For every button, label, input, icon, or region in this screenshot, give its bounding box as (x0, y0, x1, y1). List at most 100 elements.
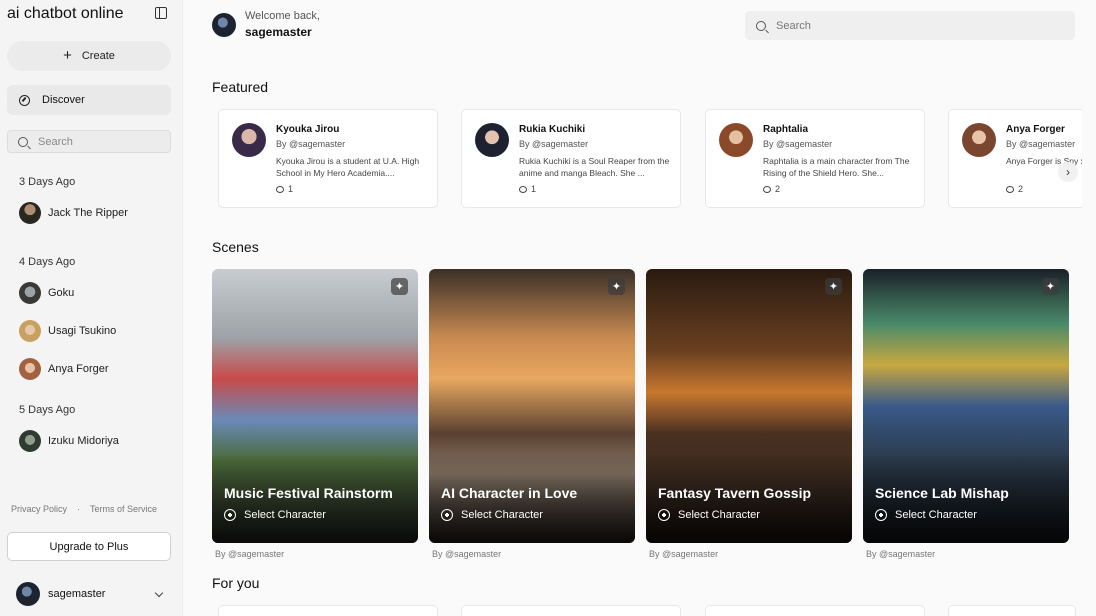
featured-author: By @sagemaster (763, 139, 833, 149)
featured-chat-count: 1 (519, 184, 536, 194)
plus-circle-icon (441, 509, 453, 521)
avatar (19, 282, 41, 304)
featured-chat-count: 1 (276, 184, 293, 194)
chat-count: 2 (1018, 184, 1024, 194)
username-label: sagemaster (48, 588, 106, 600)
main-content: Welcome back, sagemaster Search Featured… (183, 0, 1096, 616)
scene-title: AI Character in Love (441, 485, 578, 501)
plus-icon: + (63, 47, 72, 64)
history-item-jack-the-ripper[interactable]: Jack The Ripper (0, 194, 183, 232)
sidebar: ai chatbot online + Create Discover Sear… (0, 0, 183, 616)
sparkle-icon[interactable]: ✦ (825, 278, 842, 295)
for-you-card[interactable] (218, 605, 438, 616)
history-item-anya-forger[interactable]: Anya Forger (0, 350, 183, 388)
featured-heading: Featured (212, 79, 269, 95)
search-icon (18, 136, 28, 147)
scene-author: By @sagemaster (215, 549, 285, 559)
for-you-heading: For you (212, 575, 260, 591)
avatar (19, 430, 41, 452)
for-you-card[interactable] (948, 605, 1076, 616)
for-you-card[interactable] (461, 605, 681, 616)
featured-name: Kyouka Jirou (276, 124, 340, 135)
select-character-button[interactable]: Select Character (224, 509, 326, 521)
chevron-right-icon[interactable]: › (1058, 162, 1078, 182)
featured-author: By @sagemaster (1006, 139, 1076, 149)
brand-title: ai chatbot online (7, 5, 124, 22)
featured-name: Anya Forger (1006, 124, 1065, 135)
avatar (16, 582, 40, 606)
sparkle-icon[interactable]: ✦ (391, 278, 408, 295)
for-you-card[interactable] (705, 605, 925, 616)
chat-count: 2 (775, 184, 781, 194)
privacy-policy-link[interactable]: Privacy Policy (11, 504, 67, 514)
plus-circle-icon (658, 509, 670, 521)
sparkle-icon[interactable]: ✦ (1042, 278, 1059, 295)
sparkle-icon[interactable]: ✦ (608, 278, 625, 295)
avatar (19, 358, 41, 380)
history-item-label: Anya Forger (48, 363, 109, 375)
sidebar-search-placeholder: Search (38, 135, 73, 148)
search-icon (756, 20, 766, 31)
avatar (232, 123, 266, 157)
avatar (719, 123, 753, 157)
terms-of-service-link[interactable]: Terms of Service (90, 504, 157, 514)
scene-author: By @sagemaster (649, 549, 719, 559)
scene-title: Music Festival Rainstorm (224, 485, 393, 501)
history-group-label: 5 Days Ago (19, 404, 76, 416)
compass-icon (19, 94, 30, 106)
scene-card-music-festival-rainstorm[interactable]: ✦ Music Festival Rainstorm Select Charac… (212, 269, 418, 543)
select-character-button[interactable]: Select Character (658, 509, 760, 521)
scene-title: Fantasy Tavern Gossip (658, 485, 812, 501)
chevron-down-icon (154, 588, 164, 597)
featured-card-anya-forger[interactable]: Anya Forger By @sagemaster Anya Forger i… (948, 109, 1082, 208)
scene-card-ai-character-in-love[interactable]: ✦ AI Character in Love Select Character (429, 269, 635, 543)
chat-count: 1 (288, 184, 294, 194)
featured-card-raphtalia[interactable]: Raphtalia By @sagemaster Raphtalia is a … (705, 109, 925, 208)
history-item-label: Jack The Ripper (48, 207, 128, 219)
history-item-label: Usagi Tsukino (48, 325, 117, 337)
scene-card-fantasy-tavern-gossip[interactable]: ✦ Fantasy Tavern Gossip Select Character (646, 269, 852, 543)
separator: · (77, 504, 81, 514)
avatar (962, 123, 996, 157)
featured-author: By @sagemaster (276, 139, 346, 149)
plus-circle-icon (224, 509, 236, 521)
featured-card-rukia-kuchiki[interactable]: Rukia Kuchiki By @sagemaster Rukia Kuchi… (461, 109, 681, 208)
search-input[interactable]: Search (745, 11, 1075, 40)
select-character-button[interactable]: Select Character (441, 509, 543, 521)
history-item-goku[interactable]: Goku (0, 274, 183, 312)
select-character-label: Select Character (461, 509, 543, 521)
chat-bubble-icon (276, 185, 284, 193)
user-menu[interactable]: sagemaster (16, 582, 166, 606)
discover-nav-item[interactable]: Discover (7, 85, 171, 115)
scene-card-science-lab-mishap[interactable]: ✦ Science Lab Mishap Select Character (863, 269, 1069, 543)
upgrade-button[interactable]: Upgrade to Plus (7, 532, 171, 561)
avatar (475, 123, 509, 157)
chat-bubble-icon (763, 185, 771, 193)
featured-description: Kyouka Jirou is a student at U.A. High S… (276, 156, 420, 178)
featured-card-kyouka-jirou[interactable]: Kyouka Jirou By @sagemaster Kyouka Jirou… (218, 109, 438, 208)
featured-carousel: Kyouka Jirou By @sagemaster Kyouka Jirou… (218, 109, 1082, 209)
avatar (212, 13, 236, 37)
discover-label: Discover (42, 94, 85, 106)
featured-author: By @sagemaster (519, 139, 589, 149)
search-placeholder: Search (776, 19, 811, 32)
welcome-username: sagemaster (245, 25, 312, 39)
featured-name: Raphtalia (763, 124, 809, 135)
chat-count: 1 (531, 184, 537, 194)
featured-description: Rukia Kuchiki is a Soul Reaper from the … (519, 156, 670, 178)
sidebar-toggle-icon[interactable] (155, 7, 167, 19)
history-item-izuku-midoriya[interactable]: Izuku Midoriya (0, 422, 183, 460)
select-character-label: Select Character (895, 509, 977, 521)
avatar (19, 202, 41, 224)
select-character-button[interactable]: Select Character (875, 509, 977, 521)
history-group-label: 3 Days Ago (19, 176, 76, 188)
history-item-usagi-tsukino[interactable]: Usagi Tsukino (0, 312, 183, 350)
featured-name: Rukia Kuchiki (519, 124, 586, 135)
create-button[interactable]: + Create (7, 41, 171, 71)
chat-bubble-icon (519, 185, 527, 193)
sidebar-search-input[interactable]: Search (7, 130, 171, 153)
scenes-heading: Scenes (212, 239, 259, 255)
featured-chat-count: 2 (763, 184, 780, 194)
create-label: Create (81, 50, 115, 62)
history-group-label: 4 Days Ago (19, 256, 76, 268)
